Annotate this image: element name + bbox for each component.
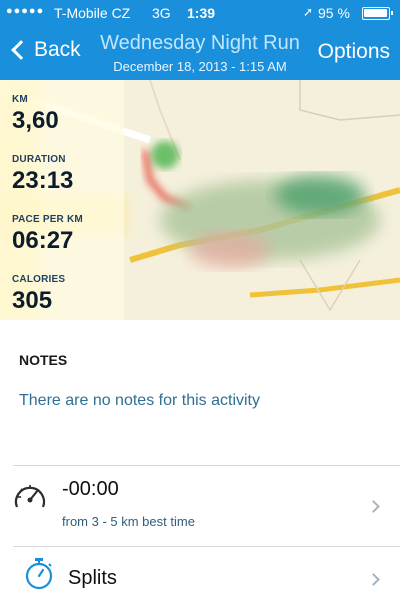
notes-empty-text[interactable]: There are no notes for this activity bbox=[19, 392, 260, 410]
options-button[interactable]: Options bbox=[318, 40, 390, 64]
back-button[interactable]: Back bbox=[8, 38, 81, 62]
route-smear bbox=[190, 232, 270, 268]
best-time-value: -00:00 bbox=[62, 478, 119, 500]
chevron-right-icon bbox=[367, 500, 380, 513]
page-subtitle: December 18, 2013 - 1:15 AM bbox=[113, 59, 287, 74]
page-title: Wednesday Night Run bbox=[100, 32, 300, 54]
battery-percent: 95 % bbox=[318, 5, 350, 21]
stopwatch-icon bbox=[24, 557, 54, 596]
route-smear bbox=[275, 175, 365, 215]
map-road bbox=[299, 80, 400, 121]
app-header: ●●●●● T-Mobile CZ 3G 1:39 ➚ 95 % Back We… bbox=[0, 0, 400, 80]
signal-strength: ●●●●● bbox=[6, 5, 45, 17]
chevron-left-icon bbox=[11, 40, 31, 60]
status-bar: ●●●●● T-Mobile CZ 3G 1:39 ➚ 95 % bbox=[0, 0, 400, 26]
battery-icon bbox=[362, 7, 393, 20]
splits-label: Splits bbox=[68, 567, 117, 589]
best-time-caption: from 3 - 5 km best time bbox=[62, 514, 195, 529]
stat-duration: DURATION 23:13 bbox=[12, 154, 74, 194]
clock: 1:39 bbox=[187, 5, 216, 21]
map-highway bbox=[249, 277, 400, 298]
carrier-name: T-Mobile CZ bbox=[54, 5, 131, 21]
network-type: 3G bbox=[152, 5, 171, 21]
nav-title-block: Wednesday Night Run December 18, 2013 - … bbox=[92, 32, 308, 74]
route-start bbox=[151, 141, 179, 169]
location-arrow-icon: ➚ bbox=[303, 5, 314, 19]
splits-row[interactable]: Splits bbox=[0, 547, 400, 600]
stats-panel: KM 3,60 DURATION 23:13 PACE PER KM 06:27… bbox=[0, 80, 124, 320]
back-label: Back bbox=[34, 38, 81, 61]
speedometer-icon bbox=[12, 480, 48, 519]
route-map[interactable]: KM 3,60 DURATION 23:13 PACE PER KM 06:27… bbox=[0, 80, 400, 320]
notes-heading: NOTES bbox=[19, 352, 68, 368]
best-time-row[interactable]: -00:00 from 3 - 5 km best time bbox=[0, 466, 400, 546]
stat-pace: PACE PER KM 06:27 bbox=[12, 214, 83, 254]
chevron-right-icon bbox=[367, 573, 380, 586]
stat-distance: KM 3,60 bbox=[12, 94, 59, 134]
stat-calories: CALORIES 305 bbox=[12, 274, 66, 314]
